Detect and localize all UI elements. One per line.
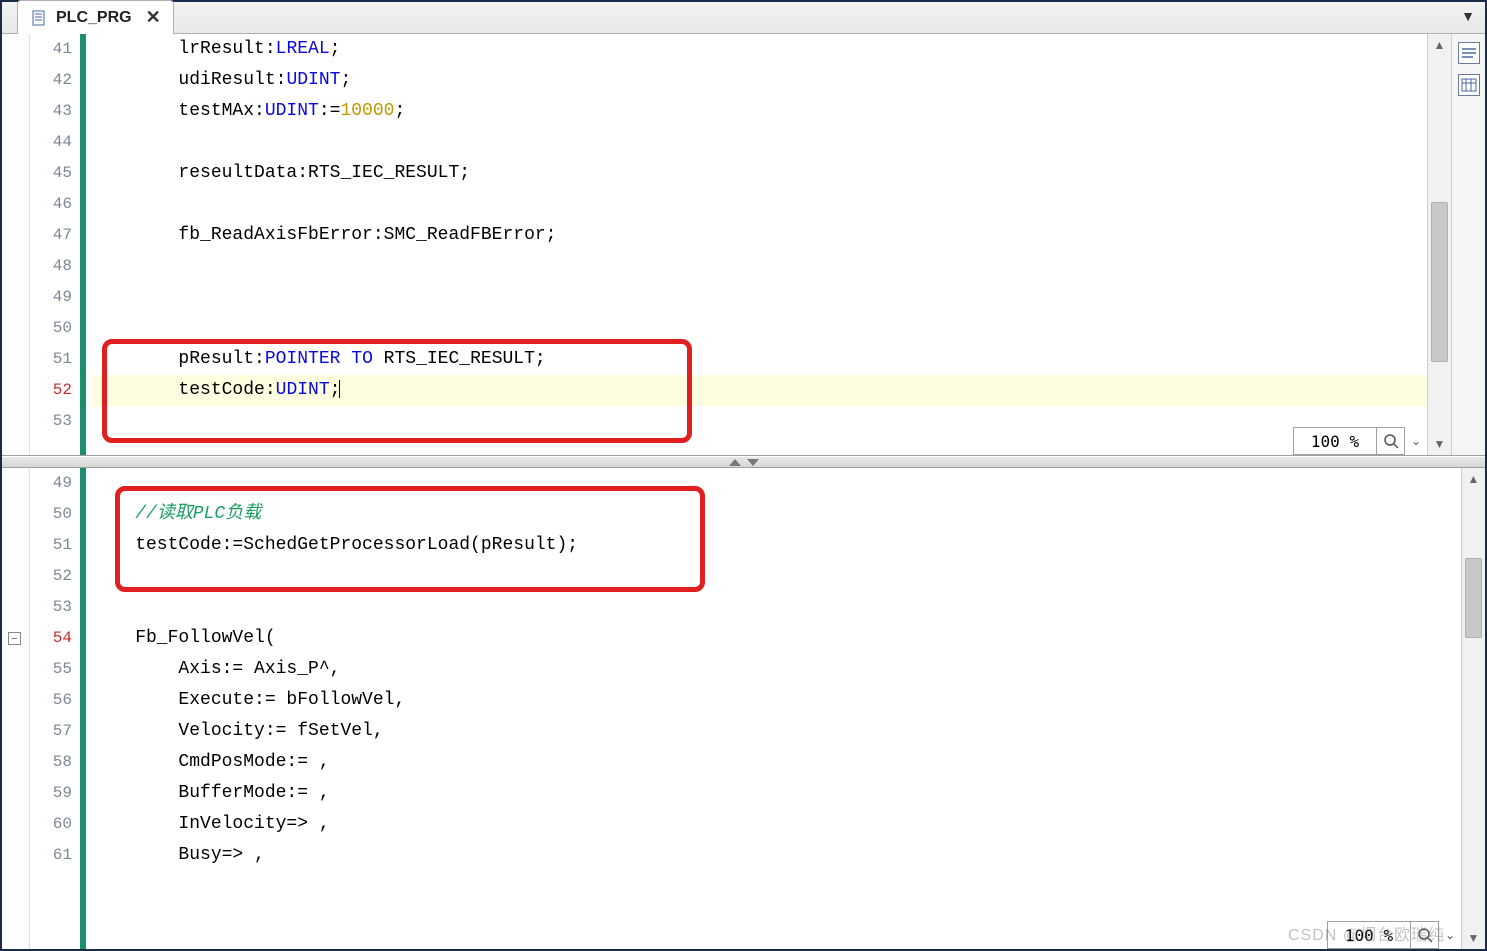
code-line[interactable] bbox=[92, 313, 1427, 344]
code-line[interactable] bbox=[92, 406, 1427, 437]
line-gutter: 49505152535455565758596061 bbox=[30, 468, 80, 949]
watermark-text: CSDN @烟台欧瑞纯 bbox=[1288, 921, 1445, 945]
line-number: 51 bbox=[30, 344, 72, 375]
line-number: 44 bbox=[30, 127, 72, 158]
code-line[interactable]: Velocity:= fSetVel, bbox=[92, 716, 1461, 747]
line-number: 55 bbox=[30, 654, 72, 685]
line-number: 53 bbox=[30, 592, 72, 623]
close-icon[interactable]: ✕ bbox=[146, 7, 161, 28]
code-line[interactable]: Busy=> , bbox=[92, 840, 1461, 871]
vertical-scrollbar[interactable]: ▲ ▼ bbox=[1461, 468, 1485, 949]
implementation-pane: − 49505152535455565758596061 //读取PLC负载 t… bbox=[2, 468, 1485, 949]
line-number: 48 bbox=[30, 251, 72, 282]
line-number: 42 bbox=[30, 65, 72, 96]
line-number: 53 bbox=[30, 406, 72, 437]
code-line[interactable] bbox=[92, 282, 1427, 313]
tab-menu-dropdown[interactable]: ▼ bbox=[1461, 8, 1475, 24]
fold-column bbox=[2, 34, 30, 455]
code-line[interactable]: reseultData:RTS_IEC_RESULT; bbox=[92, 158, 1427, 189]
pane-splitter[interactable] bbox=[2, 456, 1485, 468]
code-line[interactable] bbox=[92, 468, 1461, 499]
scroll-thumb[interactable] bbox=[1465, 558, 1482, 638]
scroll-thumb[interactable] bbox=[1431, 202, 1448, 362]
line-number: 57 bbox=[30, 716, 72, 747]
splitter-up-icon bbox=[729, 459, 741, 466]
text-caret bbox=[339, 380, 340, 398]
line-number: 56 bbox=[30, 685, 72, 716]
line-number: 52 bbox=[30, 561, 72, 592]
vertical-scrollbar[interactable]: ▲ ▼ bbox=[1427, 34, 1451, 455]
declaration-pane: 41424344454647484950515253 lrResult:LREA… bbox=[2, 34, 1485, 456]
tab-bar: PLC_PRG ✕ ▼ bbox=[2, 2, 1485, 34]
line-number: 49 bbox=[30, 468, 72, 499]
code-line[interactable]: //读取PLC负载 bbox=[92, 499, 1461, 530]
code-line[interactable]: Axis:= Axis_P^, bbox=[92, 654, 1461, 685]
fold-toggle-icon[interactable]: − bbox=[8, 632, 21, 645]
code-line[interactable] bbox=[92, 189, 1427, 220]
splitter-down-icon bbox=[747, 459, 759, 466]
text-view-icon[interactable] bbox=[1458, 42, 1480, 64]
code-line[interactable] bbox=[92, 561, 1461, 592]
scroll-down-icon[interactable]: ▼ bbox=[1428, 433, 1451, 455]
line-number: 61 bbox=[30, 840, 72, 871]
code-area-implementation[interactable]: //读取PLC负载 testCode:=SchedGetProcessorLoa… bbox=[86, 468, 1461, 949]
line-number: 58 bbox=[30, 747, 72, 778]
table-view-icon[interactable] bbox=[1458, 74, 1480, 96]
zoom-magnifier-icon[interactable] bbox=[1377, 427, 1405, 455]
code-line[interactable]: testMAx:UDINT:=10000; bbox=[92, 96, 1427, 127]
code-line[interactable]: fb_ReadAxisFbError:SMC_ReadFBError; bbox=[92, 220, 1427, 251]
line-number: 51 bbox=[30, 530, 72, 561]
line-number: 45 bbox=[30, 158, 72, 189]
line-number: 50 bbox=[30, 499, 72, 530]
tab-title: PLC_PRG bbox=[56, 9, 132, 27]
line-number: 60 bbox=[30, 809, 72, 840]
side-toolbar bbox=[1451, 34, 1485, 455]
line-number: 47 bbox=[30, 220, 72, 251]
line-number: 54 bbox=[30, 623, 72, 654]
chevron-down-icon[interactable]: ⌄ bbox=[1405, 427, 1427, 455]
code-line[interactable]: udiResult:UDINT; bbox=[92, 65, 1427, 96]
code-line[interactable]: Execute:= bFollowVel, bbox=[92, 685, 1461, 716]
scroll-down-icon[interactable]: ▼ bbox=[1462, 927, 1485, 949]
document-icon bbox=[30, 9, 48, 27]
zoom-value[interactable]: 100 % bbox=[1293, 427, 1377, 455]
line-number: 50 bbox=[30, 313, 72, 344]
code-line[interactable]: testCode:UDINT; bbox=[92, 375, 1427, 406]
code-line[interactable]: lrResult:LREAL; bbox=[92, 34, 1427, 65]
line-number: 49 bbox=[30, 282, 72, 313]
line-number: 46 bbox=[30, 189, 72, 220]
line-number: 59 bbox=[30, 778, 72, 809]
tab-plc-prg[interactable]: PLC_PRG ✕ bbox=[17, 0, 174, 34]
line-number: 43 bbox=[30, 96, 72, 127]
editor-area: 41424344454647484950515253 lrResult:LREA… bbox=[2, 34, 1485, 949]
fold-column: − bbox=[2, 468, 30, 949]
code-area-declarations[interactable]: lrResult:LREAL; udiResult:UDINT; testMAx… bbox=[86, 34, 1427, 455]
line-gutter: 41424344454647484950515253 bbox=[30, 34, 80, 455]
scroll-up-icon[interactable]: ▲ bbox=[1462, 468, 1485, 490]
scroll-up-icon[interactable]: ▲ bbox=[1428, 34, 1451, 56]
zoom-control: 100 % ⌄ bbox=[1293, 427, 1427, 455]
code-line[interactable]: Fb_FollowVel( bbox=[92, 623, 1461, 654]
code-line[interactable] bbox=[92, 251, 1427, 282]
code-line[interactable] bbox=[92, 127, 1427, 158]
line-number: 52 bbox=[30, 375, 72, 406]
code-line[interactable]: pResult:POINTER TO RTS_IEC_RESULT; bbox=[92, 344, 1427, 375]
line-number: 41 bbox=[30, 34, 72, 65]
code-line[interactable]: testCode:=SchedGetProcessorLoad(pResult)… bbox=[92, 530, 1461, 561]
code-line[interactable]: BufferMode:= , bbox=[92, 778, 1461, 809]
code-line[interactable] bbox=[92, 592, 1461, 623]
code-line[interactable]: CmdPosMode:= , bbox=[92, 747, 1461, 778]
code-line[interactable]: InVelocity=> , bbox=[92, 809, 1461, 840]
